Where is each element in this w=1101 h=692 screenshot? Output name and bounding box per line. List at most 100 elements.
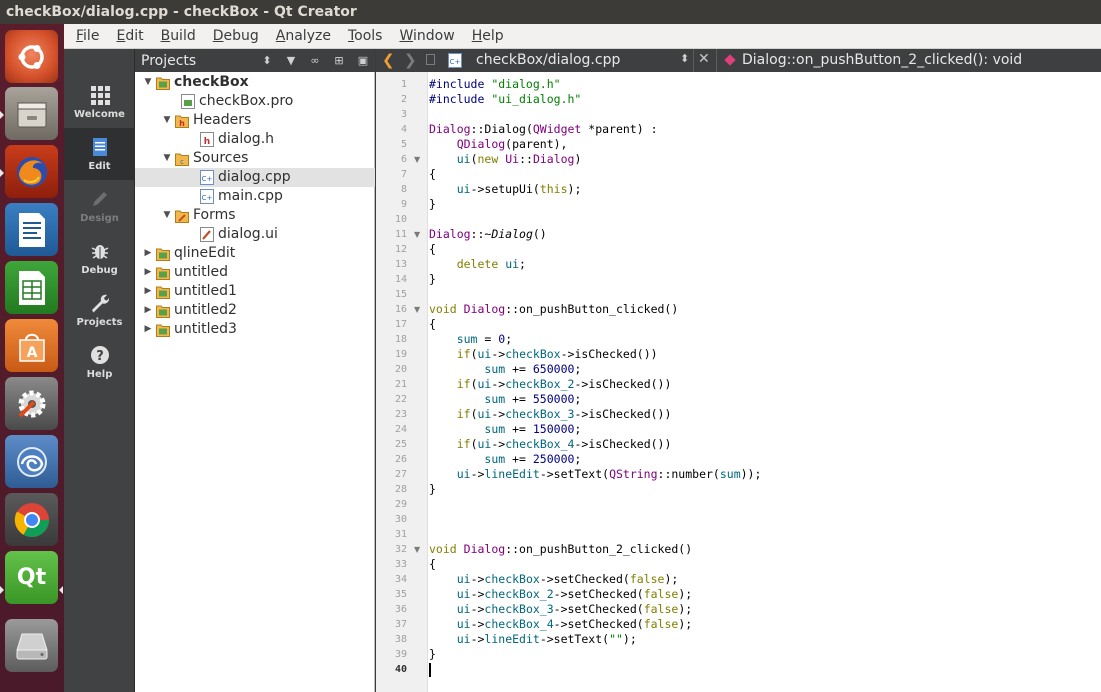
- fold-marker-icon[interactable]: ▼: [414, 542, 420, 557]
- link-icon[interactable]: ∞: [303, 54, 327, 67]
- system-settings-icon[interactable]: [5, 377, 58, 430]
- libreoffice-writer-icon[interactable]: [5, 203, 58, 256]
- project-tree-item[interactable]: ▶ untitled3: [135, 320, 375, 339]
- mode-help[interactable]: ? Help: [64, 336, 135, 388]
- code-line[interactable]: ui->checkBox_2->setChecked(false);: [429, 587, 1099, 602]
- project-tree-item[interactable]: ▶ untitled1: [135, 282, 375, 301]
- code-line[interactable]: ui->checkBox_4->setChecked(false);: [429, 617, 1099, 632]
- expanded-arrow-icon[interactable]: ▼: [162, 149, 172, 168]
- projects-view-select[interactable]: Projects: [135, 53, 255, 69]
- app-icon[interactable]: [5, 435, 58, 488]
- libreoffice-calc-icon[interactable]: [5, 261, 58, 314]
- code-line[interactable]: {: [429, 167, 1099, 182]
- code-line[interactable]: sum += 250000;: [429, 452, 1099, 467]
- filter-icon[interactable]: ▼: [279, 54, 303, 67]
- project-tree-item[interactable]: checkBox.pro: [135, 92, 375, 111]
- expanded-arrow-icon[interactable]: ▼: [162, 111, 172, 130]
- code-editor[interactable]: 1 2 3 4 5 6 ▼ 7 8 9 10 11 ▼ 12 13 14 15 16 ▼ 17 18 19 20 21 22 23…: [376, 72, 1101, 692]
- project-tree-item[interactable]: ▼ checkBox: [135, 73, 375, 92]
- software-center-icon[interactable]: A: [5, 319, 58, 372]
- combo-arrows-icon[interactable]: ⬍: [680, 52, 689, 65]
- code-line[interactable]: ui->lineEdit->setText("");: [429, 632, 1099, 647]
- menu-window[interactable]: Window: [399, 24, 454, 49]
- open-document-combo[interactable]: checkBox/dialog.cpp: [476, 52, 620, 68]
- code-line[interactable]: }: [429, 482, 1099, 497]
- code-line[interactable]: sum = 0;: [429, 332, 1099, 347]
- code-line[interactable]: [429, 512, 1099, 527]
- code-line[interactable]: if(ui->checkBox_2->isChecked()): [429, 377, 1099, 392]
- code-line[interactable]: ui(new Ui::Dialog): [429, 152, 1099, 167]
- collapsed-arrow-icon[interactable]: ▶: [143, 301, 153, 320]
- updown-icon[interactable]: ⬍: [255, 54, 279, 67]
- project-tree-item[interactable]: h dialog.h: [135, 130, 375, 149]
- code-line[interactable]: if(ui->checkBox->isChecked()): [429, 347, 1099, 362]
- mode-design[interactable]: Design: [64, 180, 135, 232]
- mode-welcome[interactable]: Welcome: [64, 76, 135, 128]
- menu-edit[interactable]: Edit: [116, 24, 143, 49]
- code-line[interactable]: ui->lineEdit->setText(QString::number(su…: [429, 467, 1099, 482]
- qt-creator-icon[interactable]: Qt: [5, 551, 58, 604]
- split-icon[interactable]: ⊞: [327, 54, 351, 67]
- collapsed-arrow-icon[interactable]: ▶: [143, 263, 153, 282]
- ubuntu-dash-icon[interactable]: [5, 30, 58, 83]
- forward-icon[interactable]: ❯: [404, 51, 417, 69]
- menu-debug[interactable]: Debug: [213, 24, 259, 49]
- code-line[interactable]: void Dialog::on_pushButton_2_clicked(): [429, 542, 1099, 557]
- menu-help[interactable]: Help: [472, 24, 504, 49]
- firefox-icon[interactable]: [5, 145, 58, 198]
- close-pane-icon[interactable]: ▣: [351, 54, 375, 67]
- fold-marker-icon[interactable]: ▼: [414, 227, 420, 242]
- code-line[interactable]: ui->checkBox->setChecked(false);: [429, 572, 1099, 587]
- project-tree-item[interactable]: ▶ untitled2: [135, 301, 375, 320]
- fold-marker-icon[interactable]: ▼: [414, 302, 420, 317]
- chrome-icon[interactable]: [5, 493, 58, 546]
- code-line[interactable]: void Dialog::on_pushButton_clicked(): [429, 302, 1099, 317]
- menu-build[interactable]: Build: [161, 24, 196, 49]
- code-line[interactable]: sum += 650000;: [429, 362, 1099, 377]
- code-line[interactable]: [429, 107, 1099, 122]
- code-line[interactable]: ui->setupUi(this);: [429, 182, 1099, 197]
- code-line[interactable]: sum += 550000;: [429, 392, 1099, 407]
- line-number-gutter[interactable]: 1 2 3 4 5 6 ▼ 7 8 9 10 11 ▼ 12 13 14 15 16 ▼ 17 18 19 20 21 22 23…: [376, 72, 428, 692]
- code-line[interactable]: #include "dialog.h": [429, 77, 1099, 92]
- code-line[interactable]: QDialog(parent),: [429, 137, 1099, 152]
- code-line[interactable]: [429, 497, 1099, 512]
- code-line[interactable]: #include "ui_dialog.h": [429, 92, 1099, 107]
- close-document-icon[interactable]: ✕: [698, 51, 710, 67]
- code-line[interactable]: sum += 150000;: [429, 422, 1099, 437]
- project-tree-item[interactable]: ▶ untitled: [135, 263, 375, 282]
- symbol-combo[interactable]: Dialog::on_pushButton_2_clicked(): void: [742, 52, 1022, 68]
- code-line[interactable]: Dialog::~Dialog(): [429, 227, 1099, 242]
- expanded-arrow-icon[interactable]: ▼: [162, 206, 172, 225]
- code-line[interactable]: Dialog::Dialog(QWidget *parent) :: [429, 122, 1099, 137]
- code-line[interactable]: {: [429, 242, 1099, 257]
- back-icon[interactable]: ❮: [382, 51, 395, 69]
- menu-file[interactable]: File: [76, 24, 99, 49]
- mode-debug[interactable]: Debug: [64, 232, 135, 284]
- code-line[interactable]: delete ui;: [429, 257, 1099, 272]
- drive-icon[interactable]: [5, 619, 58, 672]
- collapsed-arrow-icon[interactable]: ▶: [143, 282, 153, 301]
- project-tree-item[interactable]: ▼ Forms: [135, 206, 375, 225]
- code-line[interactable]: {: [429, 557, 1099, 572]
- expanded-arrow-icon[interactable]: ▼: [143, 73, 153, 92]
- menu-tools[interactable]: Tools: [348, 24, 383, 49]
- code-line[interactable]: [429, 662, 1099, 677]
- mode-edit[interactable]: Edit: [64, 128, 135, 180]
- collapsed-arrow-icon[interactable]: ▶: [143, 320, 153, 339]
- code-line[interactable]: [429, 212, 1099, 227]
- project-tree-item[interactable]: ▼ c Sources: [135, 149, 375, 168]
- code-line[interactable]: ui->checkBox_3->setChecked(false);: [429, 602, 1099, 617]
- code-line[interactable]: [429, 527, 1099, 542]
- project-tree-item[interactable]: dialog.ui: [135, 225, 375, 244]
- project-tree-item[interactable]: C+ dialog.cpp: [135, 168, 375, 187]
- code-line[interactable]: {: [429, 317, 1099, 332]
- project-tree-item[interactable]: ▶ qlineEdit: [135, 244, 375, 263]
- code-line[interactable]: }: [429, 197, 1099, 212]
- code-line[interactable]: [429, 287, 1099, 302]
- collapsed-arrow-icon[interactable]: ▶: [143, 244, 153, 263]
- project-tree-item[interactable]: ▼ h Headers: [135, 111, 375, 130]
- code-line[interactable]: }: [429, 647, 1099, 662]
- code-line[interactable]: if(ui->checkBox_3->isChecked()): [429, 407, 1099, 422]
- project-tree-item[interactable]: C+ main.cpp: [135, 187, 375, 206]
